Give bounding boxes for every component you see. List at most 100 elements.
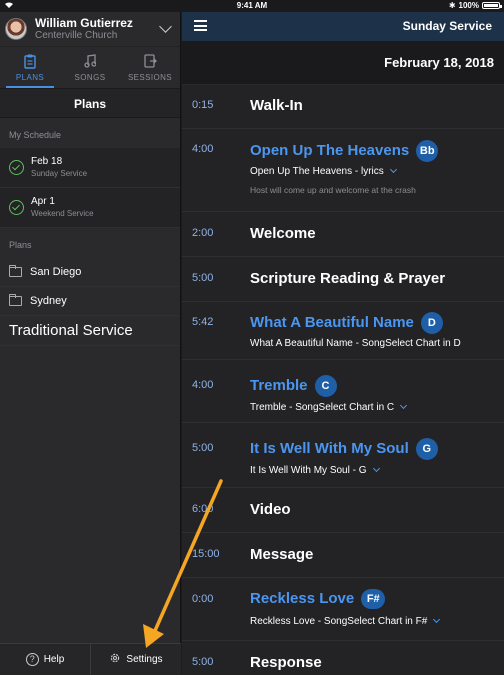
plan-item[interactable]: 5:00 Response <box>182 641 504 675</box>
session-icon <box>142 53 158 69</box>
menu-icon[interactable] <box>194 20 207 31</box>
main-panel: Sunday Service February 18, 2018 0:15 Wa… <box>182 12 504 675</box>
tab-plans[interactable]: PLANS <box>0 47 60 88</box>
schedule-item[interactable]: Feb 18 Sunday Service <box>0 148 180 188</box>
settings-button[interactable]: Settings <box>90 644 181 675</box>
key-badge: D <box>420 312 443 334</box>
plan-item-song[interactable]: 5:00 It Is Well With My Soul G It Is Well… <box>182 423 504 488</box>
plan-item[interactable]: 6:00 Video <box>182 488 504 533</box>
help-label: Help <box>43 654 65 665</box>
my-schedule-label: My Schedule <box>9 130 62 140</box>
song-title[interactable]: Open Up The Heavens Bb <box>250 140 439 162</box>
attachment-label: What A Beautiful Name - SongSelect Chart… <box>250 338 461 349</box>
item-length: 5:00 <box>192 656 214 668</box>
item-title: Welcome <box>250 225 316 242</box>
schedule-item[interactable]: Apr 1 Weekend Service <box>0 188 180 228</box>
tab-songs-label: SONGS <box>74 73 106 82</box>
chevron-down-icon <box>400 401 408 410</box>
plan-item[interactable]: 15:00 Message <box>182 533 504 578</box>
song-attachment[interactable]: Open Up The Heavens - lyrics <box>250 165 397 177</box>
item-length: 15:00 <box>192 548 220 560</box>
chevron-down-icon <box>433 615 441 624</box>
plan-item-song[interactable]: 5:42 What A Beautiful Name D What A Beaut… <box>182 302 504 360</box>
bluetooth-icon: ✱ <box>448 1 456 10</box>
key-badge: C <box>314 375 337 397</box>
item-length: 4:00 <box>192 379 214 391</box>
tab-plans-label: PLANS <box>15 73 45 82</box>
item-length: 5:00 <box>192 272 214 284</box>
item-title: Response <box>250 654 322 671</box>
clipboard-icon <box>22 53 38 69</box>
plan-item-song[interactable]: 4:00 Tremble C Tremble - SongSelect Chart… <box>182 360 504 423</box>
folder-item-san-diego[interactable]: San Diego <box>0 258 180 287</box>
organization-name: Centerville Church <box>35 30 118 41</box>
item-title: Video <box>250 501 291 518</box>
gear-icon <box>109 652 121 667</box>
attachment-label: Reckless Love - SongSelect Chart in F# <box>250 616 428 627</box>
help-button[interactable]: ? Help <box>0 644 90 675</box>
song-title[interactable]: Tremble C <box>250 375 337 397</box>
schedule-service: Sunday Service <box>31 169 88 178</box>
plan-item[interactable]: 5:00 Scripture Reading & Prayer <box>182 257 504 302</box>
status-time: 9:41 AM <box>236 1 268 10</box>
attachment-label: Tremble - SongSelect Chart in C <box>250 402 395 413</box>
song-title[interactable]: What A Beautiful Name D <box>250 312 443 334</box>
item-title: Message <box>250 546 314 563</box>
status-bar: 9:41 AM ✱ 100% <box>0 0 504 12</box>
battery-icon <box>482 2 502 9</box>
tab-sessions[interactable]: SESSIONS <box>120 47 180 88</box>
item-note: Host will come up and welcome at the cra… <box>250 185 416 195</box>
song-attachment[interactable]: It Is Well With My Soul - G <box>250 464 380 476</box>
song-attachment[interactable]: Tremble - SongSelect Chart in C <box>250 401 408 413</box>
page-title: Sunday Service <box>402 19 492 33</box>
chevron-down-icon <box>389 165 397 174</box>
tab-sessions-label: SESSIONS <box>127 73 173 82</box>
song-title-text: What A Beautiful Name <box>250 313 414 331</box>
item-title: Scripture Reading & Prayer <box>250 270 446 287</box>
folder-item-sydney[interactable]: Sydney <box>0 287 180 316</box>
item-length: 5:42 <box>192 316 214 328</box>
item-length: 5:00 <box>192 442 214 454</box>
plans-section-label: Plans <box>9 240 32 250</box>
sidebar-tabs: PLANS SONGS SESSIONS <box>0 46 180 88</box>
item-length: 4:00 <box>192 143 214 155</box>
song-title-text: Tremble <box>250 376 308 394</box>
check-circle-icon <box>9 160 24 175</box>
nav-bar: Sunday Service <box>182 12 504 41</box>
account-switcher[interactable]: William Gutierrez Centerville Church <box>0 12 180 46</box>
traditional-service-item[interactable]: Traditional Service <box>0 316 180 346</box>
song-title-text: It Is Well With My Soul <box>250 439 409 457</box>
tab-songs[interactable]: SONGS <box>60 47 120 88</box>
schedule-date: Feb 18 <box>31 156 63 167</box>
plan-item[interactable]: 2:00 Welcome <box>182 212 504 257</box>
schedule-date: Apr 1 <box>31 196 55 207</box>
plan-item-song[interactable]: 0:00 Reckless Love F# Reckless Love - Son… <box>182 578 504 641</box>
song-title[interactable]: Reckless Love F# <box>250 589 386 609</box>
key-badge: F# <box>361 589 386 609</box>
folder-icon <box>9 265 22 277</box>
user-name: William Gutierrez <box>35 16 133 30</box>
sidebar-footer: ? Help Settings <box>0 643 181 675</box>
music-note-icon <box>82 53 98 69</box>
settings-label: Settings <box>126 654 163 665</box>
song-attachment[interactable]: Reckless Love - SongSelect Chart in F# <box>250 615 441 627</box>
key-badge: G <box>415 438 438 460</box>
folder-name: San Diego <box>30 266 82 278</box>
key-badge: Bb <box>416 140 439 162</box>
chevron-down-icon[interactable] <box>159 20 172 33</box>
item-length: 2:00 <box>192 227 214 239</box>
plan-date: February 18, 2018 <box>182 41 504 85</box>
sidebar: William Gutierrez Centerville Church PLA… <box>0 12 181 675</box>
attachment-label: It Is Well With My Soul - G <box>250 465 367 476</box>
schedule-service: Weekend Service <box>31 209 94 218</box>
plan-item-song[interactable]: 4:00 Open Up The Heavens Bb Open Up The H… <box>182 129 504 212</box>
plan-item[interactable]: 0:15 Walk-In <box>182 85 504 129</box>
song-title[interactable]: It Is Well With My Soul G <box>250 438 438 460</box>
item-title: Walk-In <box>250 97 303 114</box>
item-length: 0:00 <box>192 593 214 605</box>
item-length: 0:15 <box>192 99 214 111</box>
battery-percent: 100% <box>458 1 479 10</box>
chevron-down-icon <box>372 464 380 473</box>
avatar <box>5 18 27 40</box>
song-attachment[interactable]: What A Beautiful Name - SongSelect Chart… <box>250 338 461 349</box>
